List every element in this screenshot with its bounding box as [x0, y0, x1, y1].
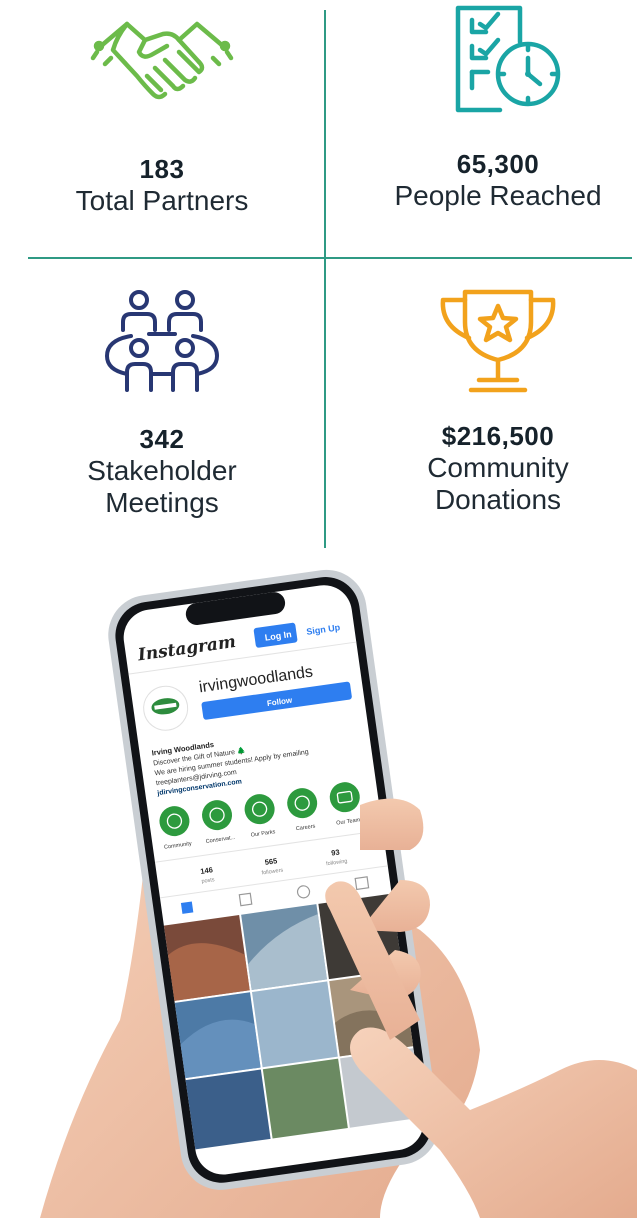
stat-value: 342	[139, 424, 185, 454]
stat-value: $216,500	[441, 421, 555, 451]
stat-people-reached: 65,300 People Reached	[348, 0, 637, 212]
finger	[360, 798, 424, 850]
stat-community-donations: $216,500 Community Donations	[348, 270, 637, 516]
posts-count: 146	[200, 865, 214, 876]
phone-in-hand-illustration: Instagram Log In Sign Up irvingwoodlands…	[0, 550, 637, 1218]
photo-thumb[interactable]	[185, 1069, 271, 1150]
stat-label-line2: Meetings	[105, 487, 219, 518]
stat-label: People Reached	[394, 180, 602, 211]
grid-tab-icon[interactable]	[180, 901, 194, 914]
photo-thumb[interactable]	[262, 1058, 348, 1139]
stat-label-line1: Community	[427, 452, 569, 483]
vertical-divider	[324, 10, 326, 548]
meeting-table-icon	[105, 290, 219, 392]
phone-illustration: Instagram Log In Sign Up irvingwoodlands…	[40, 569, 637, 1218]
stat-label: Total Partners	[75, 185, 249, 216]
following-count: 93	[331, 847, 341, 857]
stat-total-partners: 183 Total Partners	[12, 0, 312, 217]
handshake-icon	[90, 21, 234, 100]
horizontal-divider	[28, 257, 632, 259]
stat-value: 65,300	[456, 149, 540, 179]
checklist-clock-icon	[455, 5, 561, 113]
followers-count: 565	[264, 856, 278, 867]
photo-thumb[interactable]	[251, 981, 338, 1068]
stat-label-line1: Stakeholder	[87, 455, 237, 486]
stat-stakeholder-meetings: 342 Stakeholder Meetings	[12, 270, 312, 519]
stats-grid: 183 Total Partners 65,300 People Reached	[0, 0, 637, 550]
stat-value: 183	[139, 154, 185, 184]
stat-label-line2: Donations	[434, 484, 562, 515]
trophy-icon	[440, 289, 556, 393]
